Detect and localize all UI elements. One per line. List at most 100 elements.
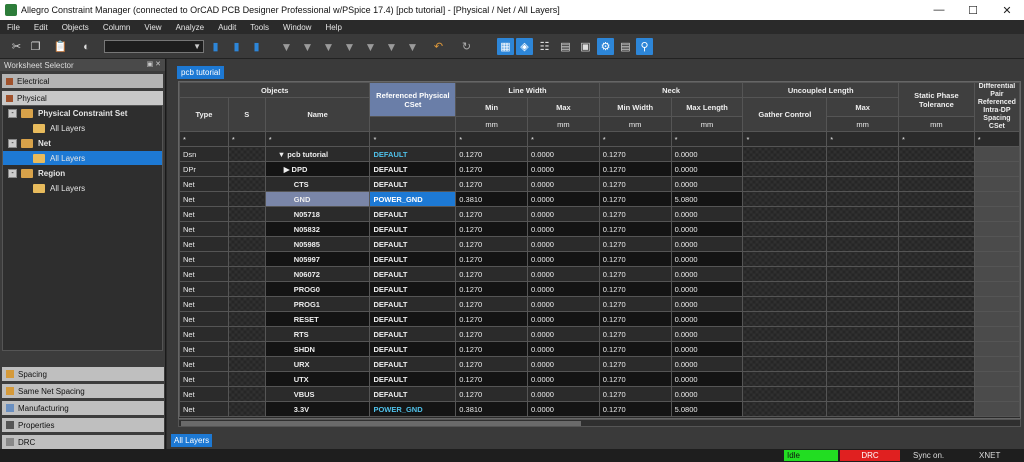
filter-icon[interactable]: ▼ [278, 38, 295, 55]
set-physical[interactable]: Physical [2, 91, 163, 105]
worksheet-dropdown[interactable]: ▼ [104, 40, 204, 53]
cell-referenced-cset[interactable]: DEFAULT [369, 236, 457, 252]
cell-line-max[interactable]: 0.0000 [527, 356, 600, 372]
cell-gather-control[interactable] [742, 191, 828, 207]
collapse-toggle-icon[interactable]: - [8, 108, 17, 118]
cell-diff-pair[interactable] [973, 281, 1020, 297]
cell-gather-control[interactable] [742, 386, 828, 402]
cell-line-min[interactable]: 0.1270 [455, 266, 529, 282]
cell-uncoupled-max[interactable] [826, 236, 899, 252]
settings-icon[interactable]: ⚙ [597, 38, 614, 55]
menu-file[interactable]: File [0, 23, 27, 32]
cell-neck-max-length[interactable]: 0.0000 [670, 236, 744, 252]
cell-phase[interactable] [898, 296, 975, 312]
panel-controls-icon[interactable]: ▣ ✕ [147, 60, 161, 68]
paste-icon[interactable]: 📋 [52, 38, 69, 55]
filter-cell[interactable]: * [742, 131, 828, 147]
tree-item-cset-all-layers[interactable]: All Layers [3, 121, 162, 135]
cell-uncoupled-max[interactable] [826, 176, 899, 192]
cell-gather-control[interactable] [742, 176, 828, 192]
cell-referenced-cset[interactable]: DEFAULT [369, 266, 457, 282]
bookmark-prev-icon[interactable]: ▮ [248, 38, 265, 55]
cell-name[interactable]: 3.3V [264, 401, 371, 417]
filter-cell[interactable]: * [227, 131, 266, 147]
cell-diff-pair[interactable] [973, 146, 1020, 162]
worksheet-icon[interactable]: ▦ [497, 38, 514, 55]
header-uncoupled-max[interactable]: Max [826, 97, 899, 117]
filter-cell[interactable]: * [527, 131, 600, 147]
cell-uncoupled-max[interactable] [826, 266, 899, 282]
cell-phase[interactable] [898, 371, 975, 387]
cell-name[interactable]: N05985 [264, 236, 371, 252]
relations-icon[interactable]: ▤ [557, 38, 574, 55]
cell-gather-control[interactable] [742, 341, 828, 357]
cell-gather-control[interactable] [742, 236, 828, 252]
filter-cell[interactable]: * [264, 131, 371, 147]
cell-line-min[interactable]: 0.3810 [455, 191, 529, 207]
cell-neck-min-width[interactable]: 0.1270 [598, 371, 672, 387]
cell-uncoupled-max[interactable] [826, 296, 899, 312]
cell-diff-pair[interactable] [973, 191, 1020, 207]
cell-uncoupled-max[interactable] [826, 326, 899, 342]
cell-gather-control[interactable] [742, 206, 828, 222]
cell-neck-max-length[interactable]: 0.0000 [670, 251, 744, 267]
cell-uncoupled-max[interactable] [826, 251, 899, 267]
cell-gather-control[interactable] [742, 371, 828, 387]
cell-neck-max-length[interactable]: 0.0000 [670, 341, 744, 357]
report-icon[interactable]: ▤ [617, 38, 634, 55]
header-gather-control[interactable]: Gather Control [742, 97, 828, 132]
cell-neck-max-length[interactable]: 0.0000 [670, 326, 744, 342]
cell-name[interactable]: VBUS [264, 386, 371, 402]
collapse-toggle-icon[interactable]: - [8, 138, 17, 148]
cell-phase[interactable] [898, 281, 975, 297]
bookmark-next-icon[interactable]: ▮ [228, 38, 245, 55]
cut-icon[interactable]: ✂ [8, 38, 25, 55]
cell-line-min[interactable]: 0.1270 [455, 326, 529, 342]
cell-uncoupled-max[interactable] [826, 401, 899, 417]
table-row[interactable]: Net PROG0 DEFAULT 0.1270 0.0000 0.1270 0.0000 [179, 281, 1020, 297]
cell-neck-max-length[interactable]: 0.0000 [670, 176, 744, 192]
header-line-min[interactable]: Min [455, 97, 529, 117]
cell-line-max[interactable]: 0.0000 [527, 296, 600, 312]
cell-line-max[interactable]: 0.0000 [527, 206, 600, 222]
collapse-toggle-icon[interactable]: - [8, 168, 17, 178]
cell-uncoupled-max[interactable] [826, 206, 899, 222]
net-tree-icon[interactable]: ☷ [536, 38, 553, 55]
maximize-button[interactable]: ☐ [956, 0, 990, 20]
cell-line-max[interactable]: 0.0000 [527, 326, 600, 342]
cell-neck-min-width[interactable]: 0.1270 [598, 296, 672, 312]
close-button[interactable]: ✕ [990, 0, 1024, 20]
scrollbar-thumb[interactable] [181, 421, 581, 426]
tree-item-net-all-layers[interactable]: All Layers [3, 151, 162, 165]
cell-neck-min-width[interactable]: 0.1270 [598, 251, 672, 267]
tree-item-net[interactable]: - Net [3, 136, 162, 150]
cell-name[interactable]: N06072 [264, 266, 371, 282]
cell-referenced-cset[interactable]: DEFAULT [369, 221, 457, 237]
tree-item-region[interactable]: - Region [3, 166, 162, 180]
compare-icon[interactable]: ▣ [577, 38, 594, 55]
cell-line-min[interactable]: 0.1270 [455, 251, 529, 267]
cell-referenced-cset[interactable]: DEFAULT [369, 356, 457, 372]
cell-line-min[interactable]: 0.1270 [455, 386, 529, 402]
filter-cell[interactable]: * [826, 131, 899, 147]
cell-line-max[interactable]: 0.0000 [527, 311, 600, 327]
cell-name[interactable]: N05832 [264, 221, 371, 237]
cell-gather-control[interactable] [742, 146, 828, 162]
cell-name[interactable]: CTS [264, 176, 371, 192]
filter-x-icon[interactable]: ▼ [362, 38, 379, 55]
cell-phase[interactable] [898, 356, 975, 372]
header-referenced-cset[interactable]: Referenced Physical CSet [369, 82, 457, 117]
cell-neck-min-width[interactable]: 0.1270 [598, 401, 672, 417]
cell-phase[interactable] [898, 266, 975, 282]
table-row[interactable]: Net UTX DEFAULT 0.1270 0.0000 0.1270 0.0000 [179, 371, 1020, 387]
cell-gather-control[interactable] [742, 356, 828, 372]
cell-name[interactable]: N05718 [264, 206, 371, 222]
table-row[interactable]: Dsn ▼ pcb tutorial DEFAULT 0.1270 0.0000 0.12… [179, 146, 1020, 162]
cell-name[interactable]: RESET [264, 311, 371, 327]
cell-diff-pair[interactable] [973, 386, 1020, 402]
cell-referenced-cset[interactable]: DEFAULT [369, 326, 457, 342]
cell-diff-pair[interactable] [973, 176, 1020, 192]
cell-phase[interactable] [898, 191, 975, 207]
cell-diff-pair[interactable] [973, 251, 1020, 267]
cell-line-min[interactable]: 0.1270 [455, 221, 529, 237]
